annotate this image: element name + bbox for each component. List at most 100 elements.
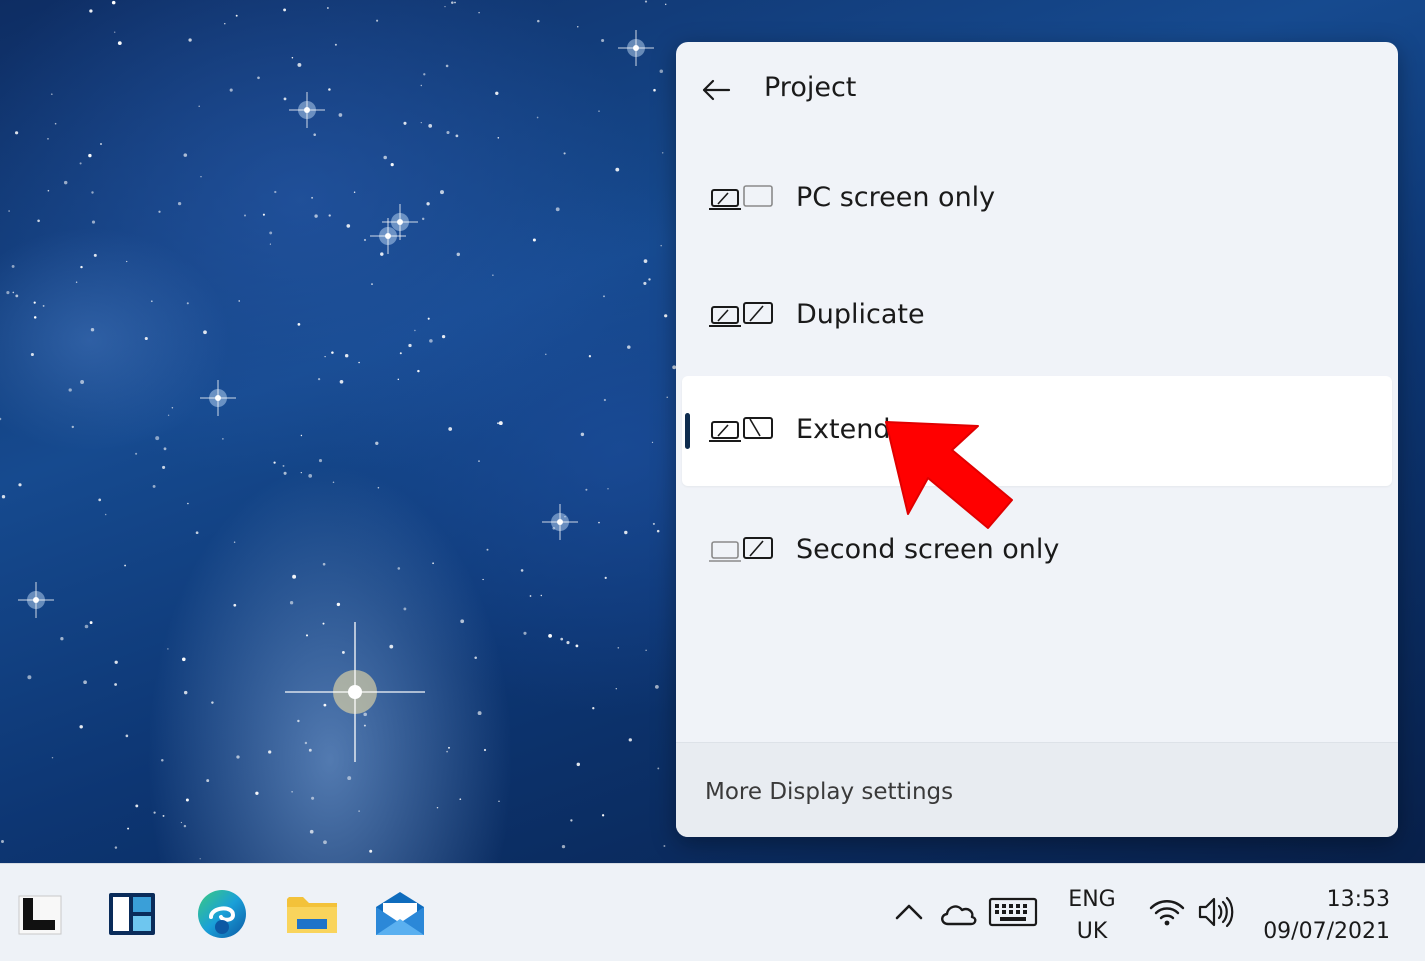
option-pc-screen-only[interactable]: PC screen only [682,144,1392,254]
option-extend[interactable]: Extend [682,376,1392,486]
star [1,495,6,499]
star [185,798,189,802]
star [497,137,500,139]
star [235,14,238,17]
star [6,291,10,295]
star [328,214,331,217]
star [428,124,433,128]
network-button[interactable] [1148,896,1186,932]
star [255,791,259,795]
back-button[interactable] [698,72,734,108]
star [397,567,401,570]
clock[interactable]: 13:53 09/07/2021 [1250,884,1390,948]
volume-button[interactable] [1196,894,1236,934]
star [30,352,34,357]
duplicate-icon [709,302,773,327]
bright-star [348,685,362,699]
star [652,522,655,525]
star [339,379,344,384]
star [79,162,82,165]
star [153,811,156,814]
option-duplicate[interactable]: Duplicate [682,261,1392,371]
star [269,231,273,235]
star [323,840,327,845]
star [607,488,609,490]
star [566,641,570,645]
star [375,441,379,445]
star [403,607,407,611]
star [274,190,277,194]
star [291,790,293,793]
star [12,291,15,294]
star [655,685,659,689]
star [126,260,128,263]
star [380,252,384,256]
star [89,9,93,13]
clock-time: 13:53 [1326,887,1390,912]
star [358,361,360,364]
pc-screen-only-icon [709,185,773,210]
star [322,622,325,625]
star [446,130,450,135]
star [328,88,331,91]
folder-icon [287,897,337,933]
extend-icon [709,417,773,442]
star [291,57,294,59]
star [561,844,566,849]
touch-keyboard-button[interactable] [988,896,1038,932]
star [200,176,202,178]
star [229,88,233,92]
star [383,155,387,160]
star [448,746,450,749]
star [313,133,316,136]
star [555,207,560,212]
widgets-button[interactable] [104,886,160,942]
star [427,317,430,320]
star [187,502,189,505]
star [323,703,327,707]
edge-button[interactable] [194,886,250,942]
star [90,327,95,332]
star [182,657,186,662]
red-arrow-annotation [885,421,1013,529]
edge-icon [198,890,246,938]
mail-button[interactable] [372,886,428,942]
star [171,407,174,409]
star [397,378,400,381]
star [446,750,448,753]
start-button[interactable] [12,886,68,942]
star [289,601,294,605]
option-label: Duplicate [796,299,925,330]
star [536,116,539,119]
widgets-icon [109,893,155,935]
star [344,353,349,358]
file-explorer-button[interactable] [284,886,340,942]
star [238,300,240,302]
star [71,425,74,429]
star [98,498,102,502]
star [297,323,301,326]
option-second-screen-only[interactable]: Second screen only [682,496,1392,606]
onedrive-button[interactable] [938,900,978,932]
star [305,634,309,637]
star [664,3,667,6]
more-display-settings-link[interactable]: More Display settings [705,779,953,805]
star [363,238,367,242]
star [308,474,313,478]
show-hidden-icons-button[interactable] [892,900,926,928]
star [432,562,434,565]
star [15,294,19,298]
star [80,265,83,269]
star [314,214,318,218]
star [135,452,138,455]
star [497,422,499,425]
star [206,779,210,783]
project-flyout: Project PC screen only Duplicate Extend … [676,42,1398,837]
star [54,122,57,125]
option-label: Extend [796,414,891,445]
star [91,220,96,224]
star [624,530,628,535]
star [117,41,122,46]
star [15,131,19,135]
language-indicator[interactable]: ENG UK [1062,884,1122,948]
